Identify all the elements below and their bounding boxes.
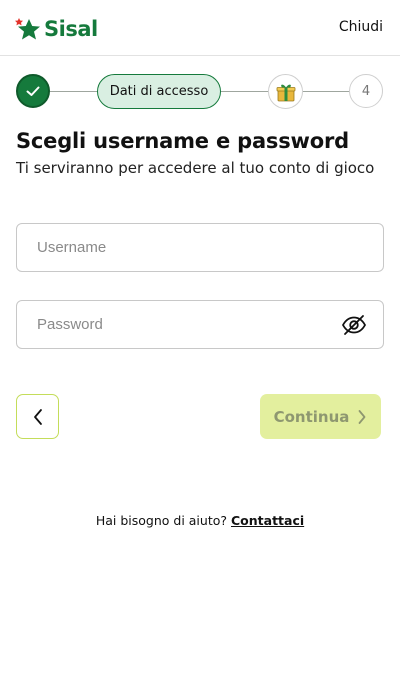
sisal-logo: Sisal: [14, 14, 98, 44]
toggle-password-visibility-button[interactable]: [341, 313, 367, 337]
stepper-connector: [221, 91, 269, 92]
page-subtitle: Ti serviranno per accedere al tuo conto …: [16, 159, 375, 177]
logo-text: Sisal: [44, 17, 98, 41]
help-question: Hai bisogno di aiuto?: [95, 513, 228, 528]
username-field: [16, 223, 384, 272]
continue-label: Continua: [273, 407, 350, 426]
contact-us-link[interactable]: Contattaci: [231, 513, 304, 528]
username-input[interactable]: [17, 224, 383, 271]
eye-slash-icon: [341, 315, 367, 335]
password-field: [16, 300, 384, 349]
chevron-left-icon: [33, 408, 42, 425]
registration-stepper: Dati di accesso 4: [0, 70, 400, 114]
close-button[interactable]: Chiudi: [339, 19, 383, 35]
sisal-star-icon: [15, 18, 40, 40]
stepper-connector: [303, 91, 350, 92]
check-icon: [26, 86, 40, 96]
page-title: Scegli username e password: [16, 129, 349, 153]
help-line: Hai bisogno di aiuto? Contattaci: [0, 513, 400, 528]
back-button[interactable]: [16, 394, 59, 439]
gift-icon: [276, 84, 295, 101]
stepper-connector: [50, 91, 98, 92]
step-completed: [16, 74, 50, 108]
step-active: Dati di accesso: [97, 74, 221, 109]
continue-button[interactable]: Continua: [260, 394, 381, 439]
step-number: 4: [361, 83, 371, 99]
chevron-right-icon: [358, 409, 366, 424]
step-4: 4: [349, 74, 383, 108]
password-input[interactable]: [17, 301, 383, 348]
step-bonus: [268, 74, 303, 109]
step-active-label: Dati di accesso: [109, 84, 209, 99]
app-header: Sisal Chiudi: [0, 0, 400, 56]
